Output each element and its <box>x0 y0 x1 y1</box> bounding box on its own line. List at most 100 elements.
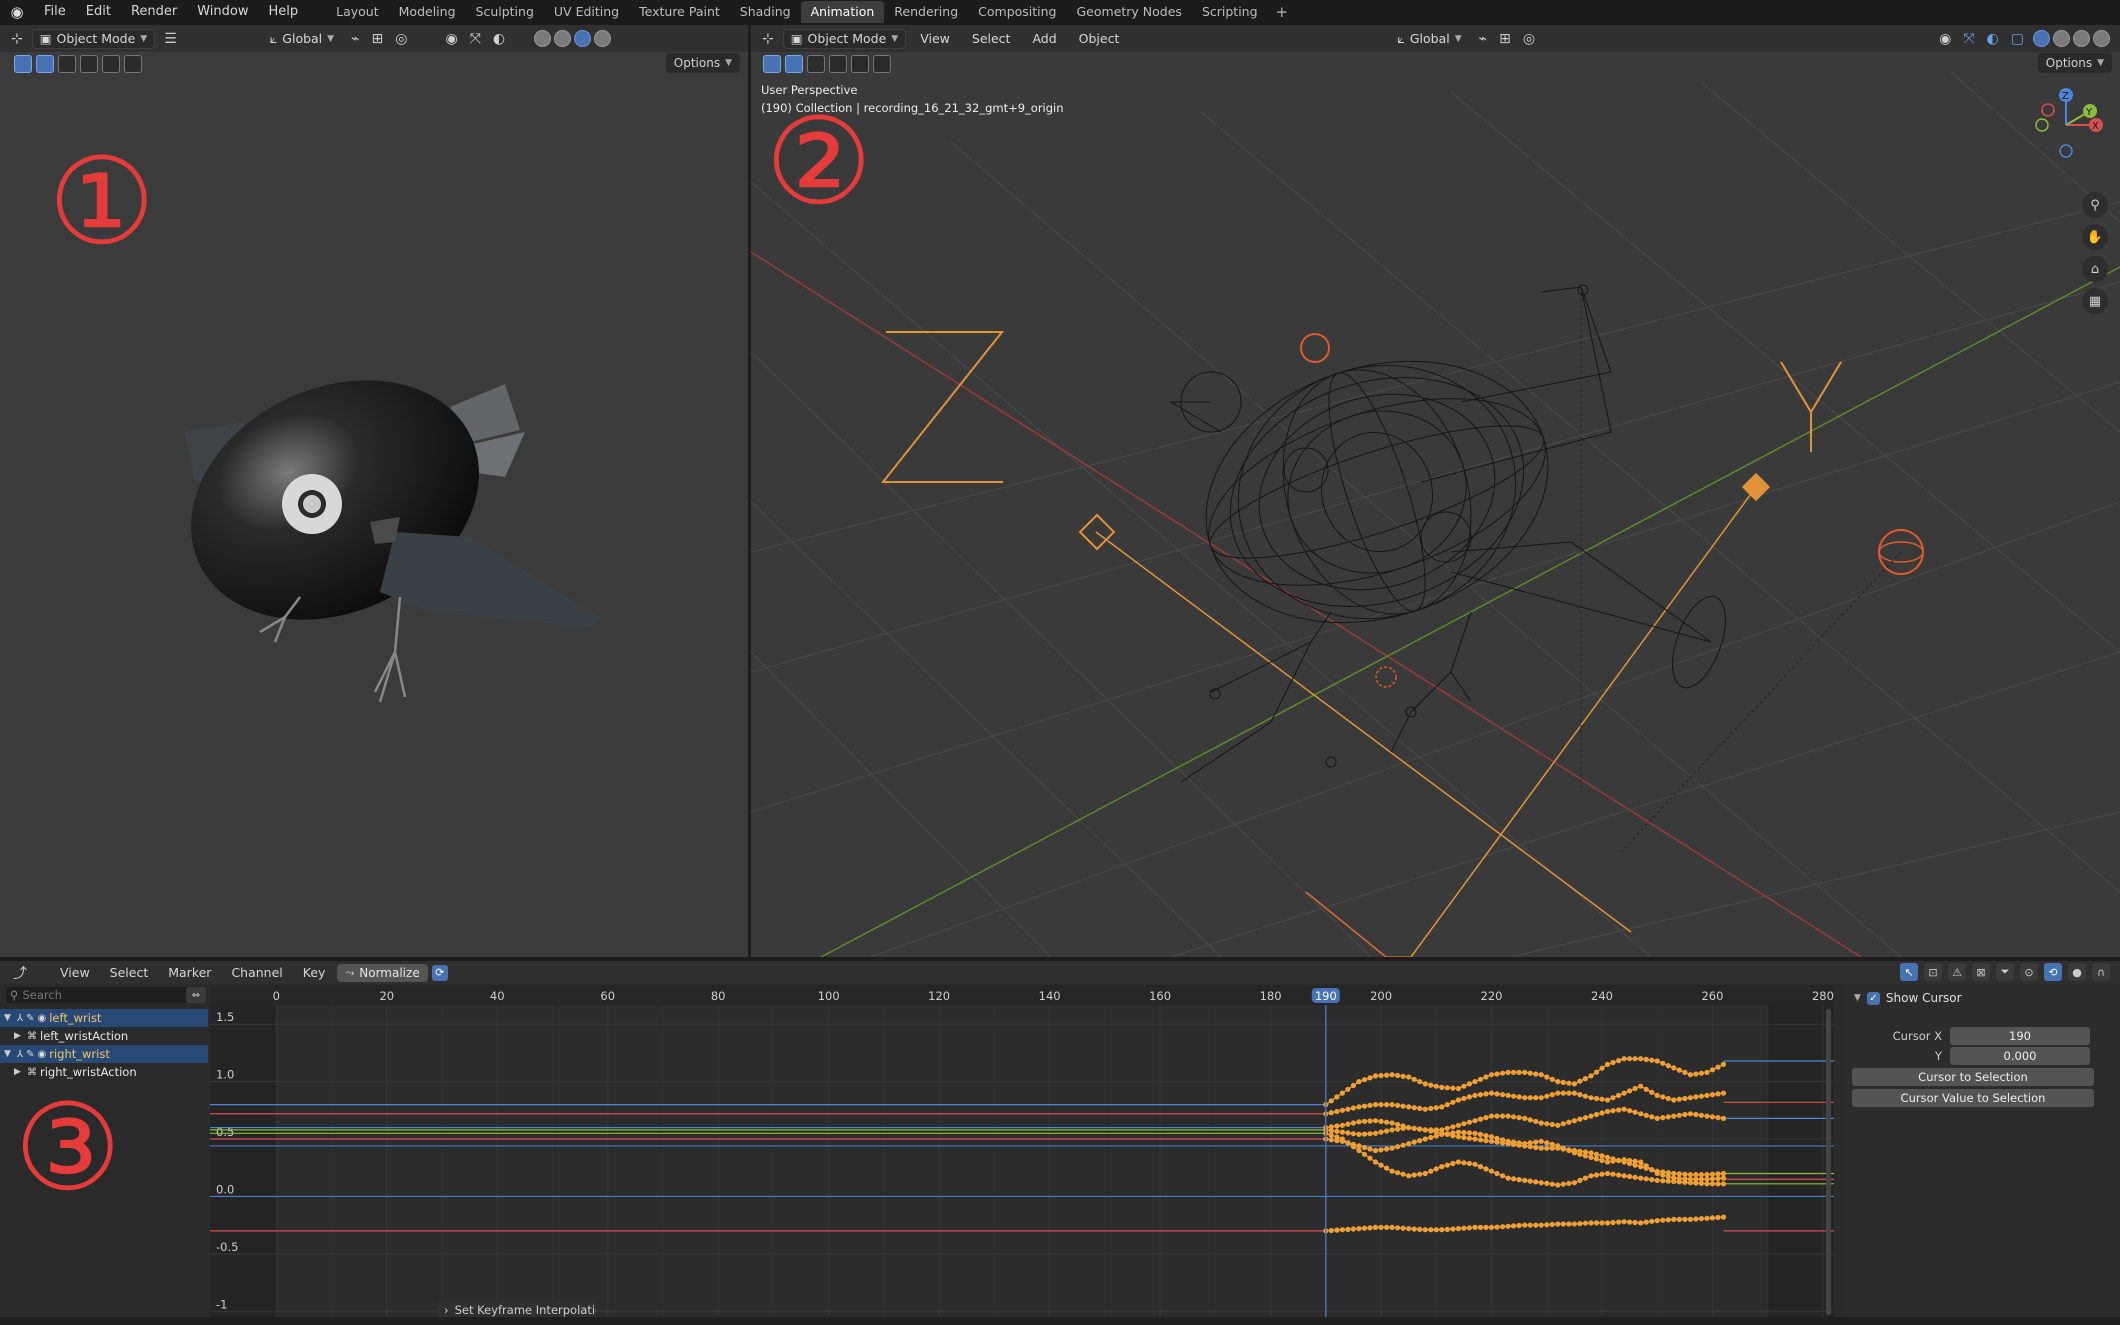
keyframe-point[interactable] <box>1566 1147 1572 1154</box>
keyframe-point[interactable] <box>1417 1105 1423 1111</box>
keyframe-point[interactable] <box>1395 1126 1401 1132</box>
keyframe-point[interactable] <box>1505 1175 1511 1181</box>
keyframe-point[interactable] <box>1466 1094 1472 1100</box>
keyframe-point[interactable] <box>1477 1137 1484 1143</box>
keyframe-point[interactable] <box>1709 1092 1716 1098</box>
keyframe-point[interactable] <box>1577 1116 1583 1122</box>
keyframe-point[interactable] <box>1533 1222 1539 1228</box>
keyframe-point[interactable] <box>1638 1111 1644 1117</box>
keyframe-point[interactable] <box>1477 1076 1484 1082</box>
keyframe-point[interactable] <box>1687 1180 1693 1186</box>
keyframe-point[interactable] <box>1450 1085 1456 1091</box>
keyframe-point[interactable] <box>1356 1147 1362 1154</box>
keyframe-point[interactable] <box>1715 1181 1721 1187</box>
keyframe-point[interactable] <box>1350 1226 1356 1232</box>
keyframe-point[interactable] <box>1483 1091 1489 1097</box>
keyframe-point[interactable] <box>1488 1113 1495 1119</box>
keyframe-point[interactable] <box>1389 1145 1395 1151</box>
keyframe-point[interactable] <box>1477 1164 1484 1170</box>
keyframe-point[interactable] <box>1428 1128 1434 1134</box>
keyframe-point[interactable] <box>1588 1113 1594 1119</box>
tab-uv-editing[interactable]: UV Editing <box>544 1 629 23</box>
keyframe-point[interactable] <box>1455 1134 1461 1140</box>
keyframe-point[interactable] <box>1361 1131 1368 1137</box>
keyframe-point[interactable] <box>1610 1171 1616 1177</box>
keyframe-point[interactable] <box>1444 1085 1450 1091</box>
add-workspace-button[interactable]: + <box>1268 3 1297 21</box>
keyframe-point[interactable] <box>1704 1172 1710 1178</box>
keyframe-point[interactable] <box>1604 1220 1611 1226</box>
keyframe-point[interactable] <box>1582 1153 1588 1159</box>
keyframe-point[interactable] <box>1455 1129 1461 1135</box>
keyframe-point[interactable] <box>1439 1227 1445 1233</box>
keyframe-point[interactable] <box>1461 1225 1467 1231</box>
keyframe-point[interactable] <box>1593 1156 1600 1162</box>
pin-icon[interactable]: ✎ <box>26 1013 34 1024</box>
keyframe-point[interactable] <box>1560 1145 1566 1151</box>
keyframe-point[interactable] <box>1455 1085 1461 1092</box>
keyframe-point[interactable] <box>1643 1056 1649 1062</box>
overlay-icon[interactable]: ◐ <box>1984 31 2002 47</box>
keyframe-point[interactable] <box>1638 1159 1644 1165</box>
keyframe-point[interactable] <box>1665 1173 1671 1180</box>
keyframe-point[interactable] <box>1400 1103 1406 1109</box>
keyframe-point[interactable] <box>1350 1120 1356 1126</box>
keyframe-point[interactable] <box>1533 1118 1539 1124</box>
keyframe-point[interactable] <box>1649 1177 1655 1183</box>
keyframe-point[interactable] <box>1665 1178 1671 1184</box>
keyframe-point[interactable] <box>1406 1173 1412 1179</box>
hamburger-icon[interactable]: ☰ <box>161 31 180 47</box>
keyframe-point[interactable] <box>1560 1121 1566 1127</box>
keyframe-point[interactable] <box>1604 1061 1611 1067</box>
keyframe-point[interactable] <box>1400 1125 1406 1131</box>
keyframe-point[interactable] <box>1450 1160 1456 1167</box>
keyframe-point[interactable] <box>1571 1150 1577 1156</box>
keyframe-point[interactable] <box>1593 1151 1600 1157</box>
keyframe-point[interactable] <box>1638 1056 1644 1062</box>
keyframe-point[interactable] <box>1560 1221 1566 1227</box>
menu-select[interactable]: Select <box>102 965 157 980</box>
keyframe-point[interactable] <box>1367 1155 1373 1161</box>
keyframe-point[interactable] <box>1715 1171 1721 1177</box>
pivot-point-icon[interactable]: ⊙ <box>2020 963 2038 981</box>
keyframe-point[interactable] <box>1455 1159 1461 1165</box>
keyframe-point[interactable] <box>1549 1181 1555 1187</box>
keyframe-point[interactable] <box>1461 1095 1467 1102</box>
keyframe-point[interactable] <box>1422 1170 1428 1177</box>
keyframe-point[interactable] <box>1500 1173 1506 1179</box>
editor-type-icon[interactable]: ⊹ <box>8 31 26 47</box>
keyframe-point[interactable] <box>1704 1069 1710 1075</box>
keyframe-point[interactable] <box>1466 1081 1472 1087</box>
xray-icon[interactable]: ▢ <box>2008 31 2027 47</box>
channel-row[interactable]: ▼ ⅄ ✎ ◉ left_wrist <box>0 1009 208 1027</box>
keyframe-point[interactable] <box>1538 1095 1544 1101</box>
keyframe-point[interactable] <box>1682 1216 1688 1222</box>
keyframe-point[interactable] <box>1389 1072 1395 1078</box>
ghost-curves-icon[interactable]: ⊠ <box>1972 963 1990 981</box>
keyframe-point[interactable] <box>1676 1179 1682 1185</box>
keyframe-point[interactable] <box>1571 1221 1577 1227</box>
keyframe-point[interactable] <box>1538 1180 1544 1186</box>
keyframe-point[interactable] <box>1621 1090 1627 1096</box>
keyframe-point[interactable] <box>1494 1071 1500 1077</box>
keyframe-point[interactable] <box>1466 1135 1472 1141</box>
keyframe-point[interactable] <box>1505 1069 1511 1075</box>
proportional-edit-icon[interactable]: ◎ <box>1520 31 1538 47</box>
keyframe-point[interactable] <box>1384 1119 1390 1125</box>
show-cursor-panel[interactable]: ▼ ✓ Show Cursor <box>1846 985 2120 1011</box>
keyframe-point[interactable] <box>1522 1095 1528 1101</box>
keyframe-point[interactable] <box>1660 1172 1666 1178</box>
keyframe-point[interactable] <box>1549 1076 1555 1082</box>
keyframe-point[interactable] <box>1406 1125 1412 1131</box>
keyframe-point[interactable] <box>1643 1112 1649 1118</box>
keyframe-point[interactable] <box>1555 1122 1561 1128</box>
keyframe-point[interactable] <box>1676 1171 1682 1177</box>
keyframe-point[interactable] <box>1522 1177 1528 1183</box>
keyframe-point[interactable] <box>1345 1130 1351 1136</box>
keyframe-point[interactable] <box>1632 1109 1638 1115</box>
wireframe-shading-icon[interactable] <box>2033 30 2050 47</box>
tab-geometry-nodes[interactable]: Geometry Nodes <box>1067 1 1192 23</box>
keyframe-point[interactable] <box>1505 1092 1511 1098</box>
keyframe-point[interactable] <box>1378 1072 1384 1079</box>
keyframe-point[interactable] <box>1361 1103 1368 1109</box>
